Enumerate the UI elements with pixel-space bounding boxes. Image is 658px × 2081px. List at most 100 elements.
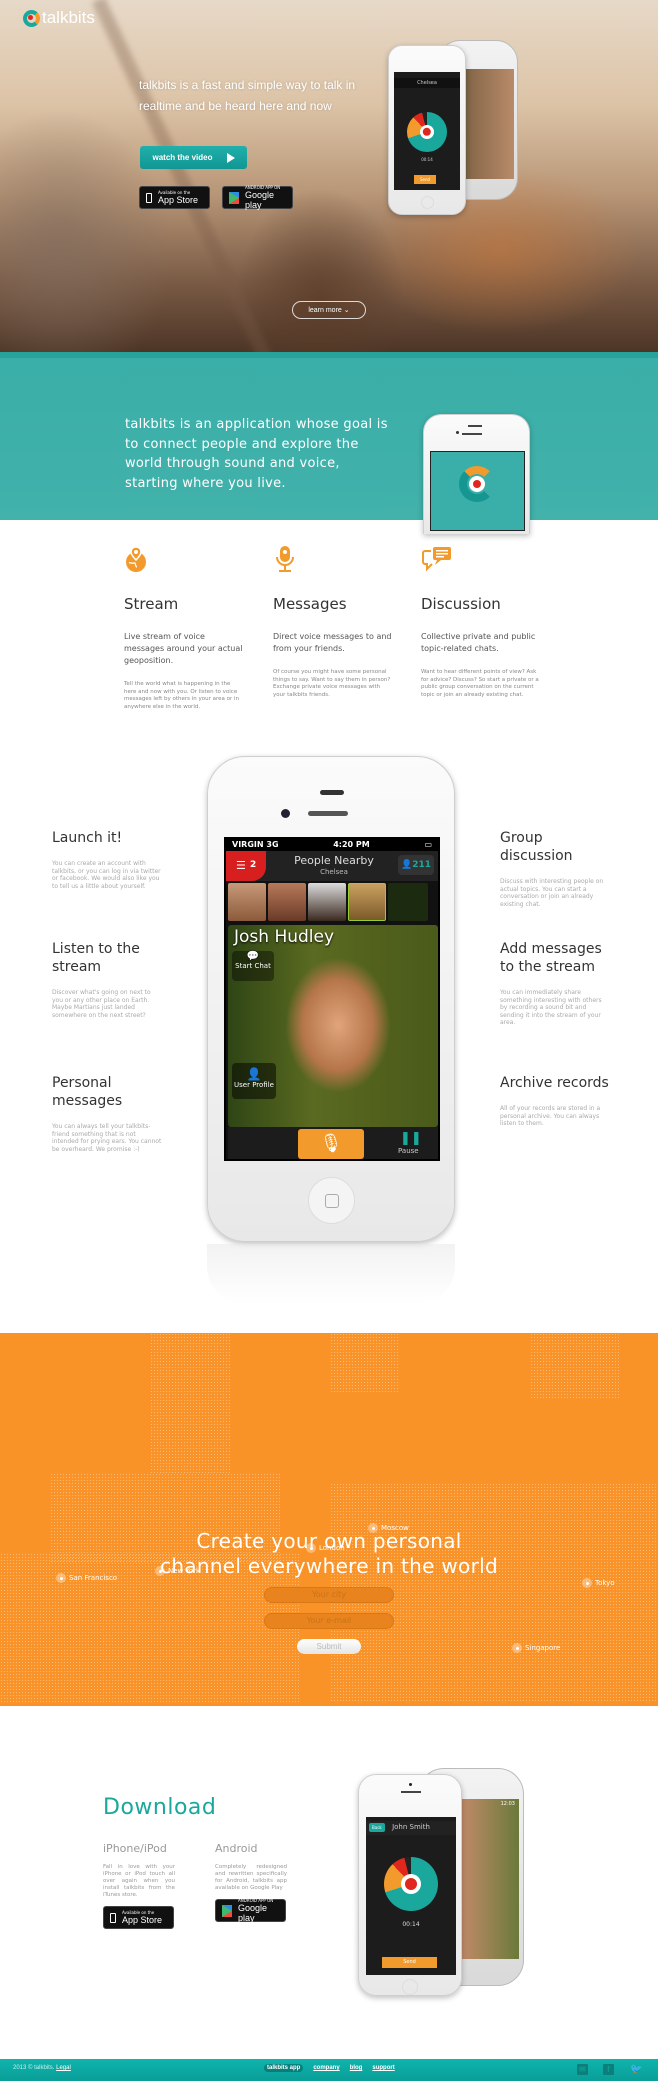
feature-detail: Want to hear different points of view? A… — [421, 669, 539, 698]
appstore-big: App Store — [122, 1915, 163, 1925]
download-android: Android Completely redesigned and rewrit… — [215, 1842, 287, 1923]
how-item-text: All of your records are stored in a pers… — [500, 1105, 601, 1127]
how-item-text: You can immediately share something inte… — [500, 989, 602, 1026]
feature-detail: Tell the world what is happening in the … — [124, 681, 240, 710]
platform-text: Completely redesigned and rewritten spec… — [215, 1864, 287, 1891]
feature-lead: Collective private and public topic-rela… — [421, 632, 536, 653]
menu-icon: ☰ — [236, 859, 246, 872]
phone-send: Send — [414, 175, 436, 184]
watch-video-button[interactable]: watch the video — [140, 146, 247, 169]
screen-title: People Nearby — [294, 854, 374, 867]
email-input[interactable]: Your e-mail — [264, 1613, 394, 1629]
avatar[interactable] — [308, 883, 346, 921]
microphone-icon: 🎙 — [319, 1133, 343, 1154]
footer-link-support[interactable]: support — [372, 2065, 394, 2071]
appstore-big: App Store — [158, 195, 199, 205]
menu-button[interactable]: ☰ 2 — [226, 851, 266, 881]
start-chat-button[interactable]: 💬 Start Chat — [232, 951, 274, 981]
phone-timer: 00:14 — [421, 157, 433, 162]
city-marker[interactable]: Singapore — [512, 1643, 560, 1653]
how-item-text: Discover what's going on next to you or … — [52, 989, 151, 1019]
iphone-image: Chelsea 00:14 Send — [388, 45, 466, 215]
channel-title-line2: channel everywhere in the world — [160, 1554, 498, 1578]
submit-button[interactable]: Submit — [297, 1639, 361, 1654]
phone-send: Send — [382, 1957, 437, 1968]
googleplay-big: Google play — [245, 190, 275, 210]
logo-icon — [23, 9, 40, 27]
record-button[interactable]: 🎙 — [298, 1129, 364, 1159]
phone-timer: 00:14 — [402, 1921, 420, 1928]
people-count: 211 — [412, 860, 431, 870]
intro-text: talkbits is an application whose goal is… — [125, 417, 388, 491]
copyright: 2013 © talkbits. — [13, 2065, 55, 2071]
how-item: Listen to the stream Discover what's goin… — [52, 940, 162, 1019]
user-profile-button[interactable]: 👤 User Profile — [232, 1063, 276, 1099]
mail-icon[interactable]: ✉ — [577, 2064, 588, 2075]
hero-tagline: talkbits is a fast and simple way to tal… — [139, 78, 356, 113]
contact-name: John Smith — [392, 1823, 430, 1831]
footer-link-talkbits-app[interactable]: talkbits app — [264, 2064, 304, 2072]
footer: 2013 © talkbits. Legal talkbits app comp… — [0, 2059, 658, 2081]
footer-link-company[interactable]: company — [313, 2065, 339, 2071]
footer-nav: talkbits app company blog support — [264, 2064, 395, 2072]
background-blur — [91, 0, 283, 352]
how-item: Archive records All of your records are s… — [500, 1074, 610, 1128]
how-item: Add messages to the stream You can immedi… — [500, 940, 610, 1027]
twitter-icon[interactable]: 🐦 — [630, 2064, 642, 2075]
watch-video-label: watch the video — [152, 153, 213, 162]
iphone-image: Back John Smith 00:14 Send — [358, 1774, 462, 1996]
iphone-icon — [146, 192, 152, 203]
how-item-text: You can always tell your talkbits-friend… — [52, 1123, 162, 1153]
user-photo[interactable]: Josh Hudley 💬 Start Chat 👤 User Profile — [228, 925, 438, 1127]
feature-title: Discussion — [421, 595, 501, 613]
avatar[interactable] — [348, 883, 386, 921]
facebook-icon[interactable]: f — [603, 2064, 614, 2075]
menu-count: 2 — [250, 860, 257, 870]
google-play-button[interactable]: ANDROID APP ON Google play — [215, 1898, 286, 1923]
intro-iphone-image — [423, 414, 530, 534]
recording-donut — [407, 112, 447, 152]
avatar[interactable] — [268, 883, 306, 921]
learn-more-label: learn more — [308, 306, 342, 314]
how-item-title: Group discussion — [500, 830, 573, 864]
learn-more-button[interactable]: learn more ⌄ — [292, 301, 366, 319]
channel-title: Create your own personal channel everywh… — [0, 1529, 658, 1579]
chat-icon: 💬 — [246, 951, 260, 962]
google-play-button[interactable]: ANDROID APP ON Google play — [222, 185, 293, 210]
battery-icon: ▭ — [424, 840, 432, 849]
city-input[interactable]: Your city — [264, 1587, 394, 1603]
how-item-title: Archive records — [500, 1075, 609, 1091]
feature-title: Messages — [273, 595, 347, 613]
app-store-button[interactable]: Available on the App Store — [139, 186, 210, 209]
person-icon: 👤 — [246, 1067, 262, 1081]
how-item: Personal messages You can always tell you… — [52, 1074, 162, 1153]
pause-label: Pause — [398, 1147, 419, 1155]
how-item-title: Listen to the stream — [52, 941, 140, 975]
people-count-button[interactable]: 👤211 — [398, 855, 434, 875]
city-label: Singapore — [525, 1644, 561, 1652]
platform-title: iPhone/iPod — [103, 1842, 167, 1855]
logo[interactable]: talkbits — [23, 8, 95, 28]
city-marker[interactable]: Tokyo — [582, 1578, 615, 1588]
platform-text: Fall in love with your iPhone or iPod to… — [103, 1864, 175, 1898]
googleplay-big: Google play — [238, 1903, 268, 1923]
phone-title: Chelsea — [394, 78, 460, 88]
large-iphone-image: VIRGIN 3G 4:20 PM ▭ ☰ 2 People Nearby Ch… — [207, 756, 455, 1242]
how-item-title: Launch it! — [52, 830, 123, 846]
legal-link[interactable]: Legal — [56, 2065, 71, 2071]
world-map — [150, 1333, 230, 1473]
pause-icon[interactable]: ❚❚ — [400, 1131, 422, 1146]
download-title: Download — [103, 1795, 217, 1820]
start-chat-label: Start Chat — [235, 962, 271, 970]
footer-link-blog[interactable]: blog — [350, 2065, 363, 2071]
user-name: Josh Hudley — [234, 927, 335, 947]
how-item: Group discussion Discuss with interesting… — [500, 829, 610, 908]
recording-donut — [384, 1857, 438, 1911]
feature-messages: Messages Direct voice messages to and fr… — [273, 545, 393, 699]
user-profile-label: User Profile — [234, 1081, 274, 1089]
app-store-button[interactable]: Available on the App Store — [103, 1906, 174, 1929]
avatar[interactable] — [228, 883, 266, 921]
how-item-text: Discuss with interesting people on actua… — [500, 878, 604, 908]
feature-discussion: Discussion Collective private and public… — [421, 545, 541, 699]
phone-reflection — [207, 1244, 455, 1304]
